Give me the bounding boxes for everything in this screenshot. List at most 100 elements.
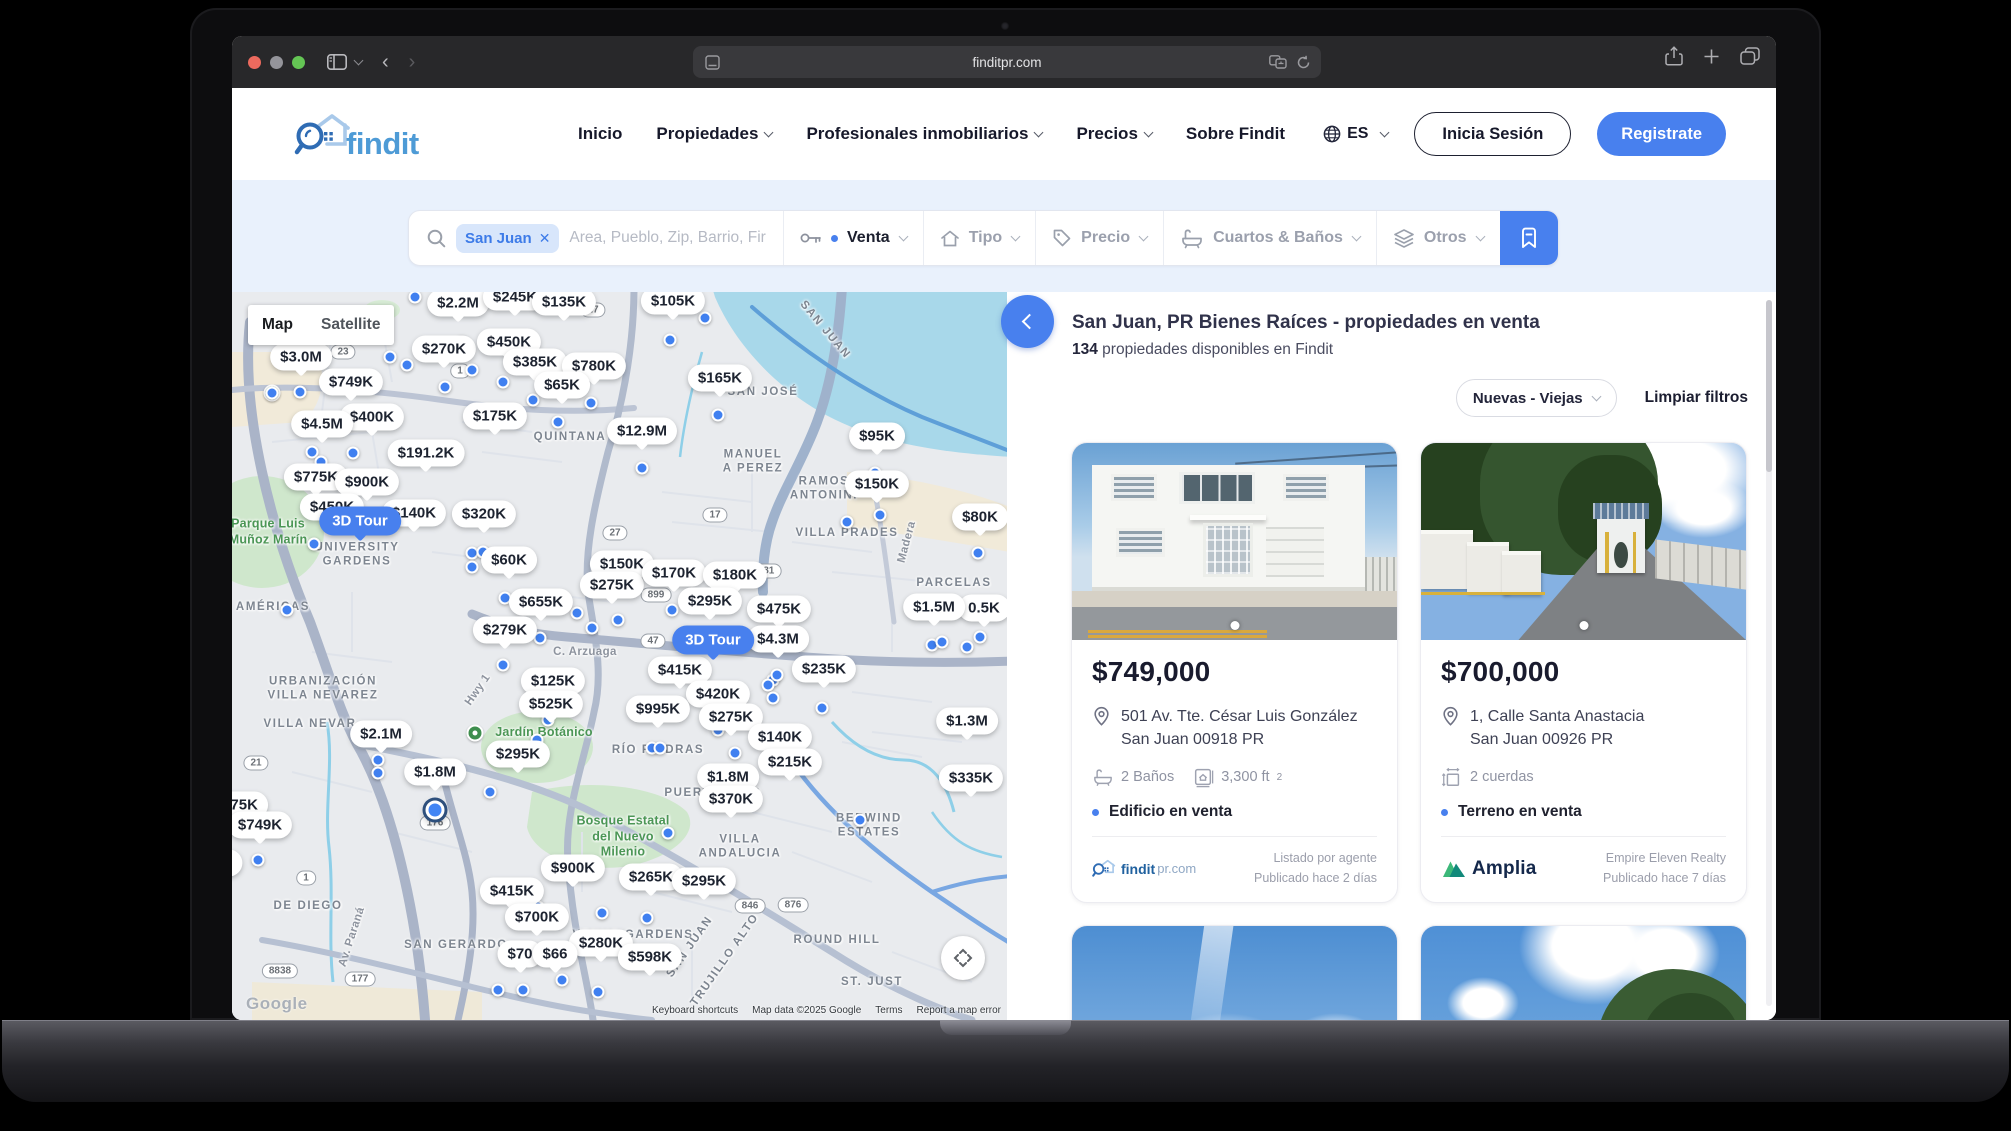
save-search-button[interactable] <box>1500 211 1558 265</box>
map-property-dot[interactable] <box>654 742 667 755</box>
map-price-pin[interactable]: $295K <box>678 588 742 615</box>
map-price-pin[interactable]: $295K <box>672 868 736 895</box>
nav-precios[interactable]: Precios <box>1076 124 1151 144</box>
map-price-pin[interactable]: $235K <box>792 656 856 683</box>
map-price-pin[interactable]: $900K <box>335 469 399 496</box>
map-property-dot[interactable] <box>936 636 949 649</box>
property-card[interactable]: $749,000 501 Av. Tte. César Luis Gonzále… <box>1071 442 1398 903</box>
map-selected-dot[interactable] <box>426 801 445 820</box>
map-price-pin[interactable]: $598K <box>618 944 682 971</box>
map-price-pin[interactable]: $4.3M <box>747 626 809 653</box>
map-property-dot[interactable] <box>762 679 775 692</box>
map-price-pin[interactable]: $279K <box>473 617 537 644</box>
report-error-link[interactable]: Report a map error <box>917 1005 1001 1016</box>
map-price-pin[interactable]: $525K <box>519 691 583 718</box>
map-price-pin[interactable]: $3.0M <box>270 344 332 371</box>
map-property-dot[interactable] <box>712 409 725 422</box>
property-photo[interactable] <box>1072 443 1397 640</box>
map-property-dot[interactable] <box>497 659 510 672</box>
map-property-dot[interactable] <box>585 397 598 410</box>
map-price-pin[interactable]: $105K <box>641 292 705 315</box>
carousel-dot[interactable] <box>1230 621 1239 630</box>
collapse-panel-button[interactable] <box>1001 295 1054 348</box>
map-price-pin[interactable]: $700K <box>505 904 569 931</box>
property-card-partial[interactable] <box>1071 925 1398 1020</box>
search-input[interactable]: San Juan✕ Area, Pueblo, Zip, Barrio, Fir <box>409 211 783 265</box>
map-price-pin[interactable]: $295K <box>486 741 550 768</box>
map-price-pin[interactable]: $80K <box>952 504 1007 531</box>
map-price-pin[interactable]: $270K <box>412 336 476 363</box>
map-price-pin[interactable]: $320K <box>452 501 516 528</box>
zoom-window-button[interactable] <box>292 56 305 69</box>
map-view-button[interactable]: Map <box>248 316 307 334</box>
nav-propiedades[interactable]: Propiedades <box>656 124 772 144</box>
map-price-pin[interactable]: 0.5K <box>958 595 1007 622</box>
map-property-dot[interactable] <box>497 376 510 389</box>
map-price-pin[interactable]: $215K <box>758 749 822 776</box>
map-price-pin[interactable]: $165K <box>688 365 752 392</box>
map-property-dot[interactable] <box>372 754 385 767</box>
map-price-pin[interactable]: $65K <box>534 372 590 399</box>
map-property-dot[interactable] <box>281 604 294 617</box>
map-price-pin[interactable]: $749K <box>319 369 383 396</box>
filter-tipo[interactable]: Tipo <box>923 211 1035 265</box>
map-price-pin[interactable]: $335K <box>939 765 1003 792</box>
map-price-pin[interactable]: $135K <box>532 292 596 316</box>
map-property-dot[interactable] <box>384 351 397 364</box>
map-property-dot[interactable] <box>294 386 307 399</box>
map-price-pin[interactable]: $415K <box>648 657 712 684</box>
map-price-pin[interactable]: $1.8M <box>404 759 466 786</box>
map-expand-button[interactable] <box>941 936 985 980</box>
remove-chip-icon[interactable]: ✕ <box>539 230 551 247</box>
map-property-dot[interactable] <box>636 462 649 475</box>
map-property-dot[interactable] <box>841 516 854 529</box>
map-property-dot[interactable] <box>641 912 654 925</box>
map-price-pin[interactable]: $370K <box>699 786 763 813</box>
map-property-dot[interactable] <box>664 334 677 347</box>
satellite-view-button[interactable]: Satellite <box>307 316 394 334</box>
nav-profesionales[interactable]: Profesionales inmobiliarios <box>806 124 1042 144</box>
map-price-pin[interactable]: $66 <box>532 941 577 968</box>
map-price-pin[interactable]: $150K <box>845 471 909 498</box>
property-photo[interactable] <box>1072 926 1397 1020</box>
map-price-pin[interactable]: $1.5M <box>903 594 965 621</box>
close-window-button[interactable] <box>248 56 261 69</box>
share-icon[interactable] <box>1665 46 1683 66</box>
map[interactable]: Map Satellite SAN JUANSAN JOSÉMANUEL A P… <box>232 292 1007 1020</box>
translate-icon[interactable] <box>1269 55 1287 69</box>
map-price-pin[interactable]: $191.2K <box>388 440 465 467</box>
map-price-pin[interactable]: $900K <box>541 855 605 882</box>
language-selector[interactable]: ES <box>1323 125 1388 143</box>
address-bar[interactable]: finditpr.com <box>693 46 1321 78</box>
map-property-dot[interactable] <box>252 854 265 867</box>
filter-otros[interactable]: Otros <box>1376 211 1500 265</box>
map-price-pin[interactable]: $475K <box>747 596 811 623</box>
map-property-dot[interactable] <box>729 747 742 760</box>
sidebar-toggle-icon[interactable] <box>327 54 347 70</box>
map-price-pin[interactable]: $749K <box>232 812 292 839</box>
back-nav-icon[interactable]: ‹ <box>382 51 389 74</box>
map-price-pin[interactable]: $415K <box>480 878 544 905</box>
map-price-pin[interactable]: $175K <box>463 403 527 430</box>
findit-logo[interactable]: findit <box>294 110 419 162</box>
results-scrollbar-thumb[interactable] <box>1766 300 1772 472</box>
register-button[interactable]: Registrate <box>1597 112 1726 156</box>
map-property-dot[interactable] <box>347 447 360 460</box>
map-price-pin[interactable]: $140K <box>748 724 812 751</box>
map-property-dot[interactable] <box>974 631 987 644</box>
map-property-dot[interactable] <box>699 312 712 325</box>
map-price-pin[interactable]: $60K <box>481 547 537 574</box>
map-property-dot[interactable] <box>466 561 479 574</box>
garden-poi-icon[interactable] <box>467 725 484 742</box>
map-property-dot[interactable] <box>767 692 780 705</box>
map-property-dot[interactable] <box>466 364 479 377</box>
map-property-dot[interactable] <box>666 604 679 617</box>
filter-venta[interactable]: Venta <box>783 211 923 265</box>
map-price-pin[interactable]: $170K <box>642 560 706 587</box>
map-property-dot[interactable] <box>308 538 321 551</box>
clear-filters-link[interactable]: Limpiar filtros <box>1645 389 1748 407</box>
map-price-pin[interactable]: $655K <box>509 589 573 616</box>
map-property-dot[interactable] <box>592 986 605 999</box>
minimize-window-button[interactable] <box>270 56 283 69</box>
map-property-dot[interactable] <box>662 827 675 840</box>
